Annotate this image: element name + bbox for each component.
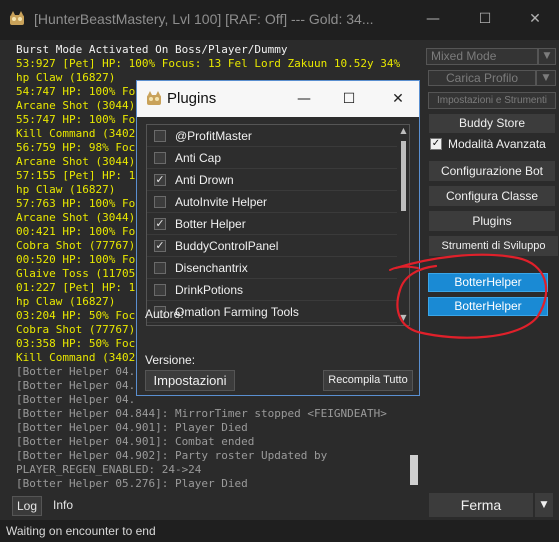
botterhelper-button-2[interactable]: BotterHelper [428, 297, 548, 316]
plugin-list-item[interactable]: ✓ Anti Drown [147, 169, 397, 191]
bot-config-button[interactable]: Configurazione Bot [428, 160, 556, 182]
plugins-dialog-titlebar: Plugins — ☐ ✕ [137, 81, 419, 117]
plugin-list-item[interactable]: DrinkPotions [147, 279, 397, 301]
author-label: Autore: [145, 307, 184, 321]
log-line: 53:927 [Pet] HP: 100% Focus: 13 Fel Lord… [16, 57, 401, 70]
mode-select-value: Mixed Mode [431, 49, 497, 63]
right-control-panel: Mixed Mode ▼ Carica Profilo ▼ Impostazio… [420, 40, 559, 490]
botterhelper-button-1[interactable]: BotterHelper [428, 273, 548, 292]
plugin-checkbox[interactable] [154, 130, 166, 142]
plugin-label: Botter Helper [175, 217, 246, 231]
plugin-label: Omation Farming Tools [175, 305, 299, 319]
mode-select[interactable]: Mixed Mode [426, 48, 538, 65]
stop-chevron-down-icon[interactable]: ▼ [534, 492, 554, 518]
plugin-label: Disenchantrix [175, 261, 248, 275]
plugins-dialog-title: Plugins [167, 90, 217, 107]
plugins-dialog: Plugins — ☐ ✕ Omation Farming Tools Drink… [136, 80, 420, 396]
window-title: [HunterBeastMastery, Lvl 100] [RAF: Off]… [34, 11, 374, 27]
dialog-maximize-button[interactable]: ☐ [334, 87, 364, 111]
plugin-checkbox[interactable]: ✓ [154, 174, 166, 186]
plugin-checkbox[interactable] [154, 196, 166, 208]
log-line: Burst Mode Activated On Boss/Player/Dumm… [16, 43, 288, 56]
honorbuddy-app-icon [10, 11, 24, 25]
plugin-label: Anti Cap [175, 151, 222, 165]
log-line: [Botter Helper 04.902]: Party roster Upd… [16, 449, 328, 462]
plugin-list-item[interactable]: ✓ BuddyControlPanel [147, 235, 397, 257]
dialog-minimize-button[interactable]: — [289, 87, 319, 111]
tab-info[interactable]: Info [46, 496, 80, 514]
dev-tools-button[interactable]: Strumenti di Sviluppo [428, 235, 559, 257]
plugin-checkbox[interactable] [154, 152, 166, 164]
log-line: [Botter Helper 04.901]: Player Died [16, 421, 248, 434]
plugin-checkbox[interactable] [154, 262, 166, 274]
load-profile-button[interactable]: Carica Profilo [428, 70, 536, 86]
log-line: PLAYER_REGEN_ENABLED: 24->24 [16, 463, 202, 476]
status-bar: Waiting on encounter to end [0, 520, 559, 542]
dialog-close-button[interactable]: ✕ [383, 87, 413, 111]
tab-log[interactable]: Log [12, 496, 42, 516]
plugin-settings-button[interactable]: Impostazioni [145, 370, 235, 391]
buddy-store-button[interactable]: Buddy Store [428, 113, 556, 134]
plugins-list-scrollbar[interactable]: ▲ ▼ [398, 125, 409, 325]
plugin-list-item[interactable]: ✓ Botter Helper [147, 213, 397, 235]
scroll-down-icon[interactable]: ▼ [399, 313, 408, 322]
plugin-list-item[interactable]: AutoInvite Helper [147, 191, 397, 213]
mode-select-chevron-down-icon[interactable]: ▼ [538, 48, 556, 65]
log-line: [Botter Helper 04.844]: MirrorTimer stop… [16, 407, 387, 420]
plugin-checkbox[interactable]: ✓ [154, 218, 166, 230]
log-scrollbar-thumb[interactable] [410, 455, 418, 485]
plugin-list-item[interactable]: @ProfitMaster [147, 125, 397, 147]
recompile-all-button[interactable]: Recompila Tutto [323, 370, 413, 391]
minimize-button[interactable]: — [413, 6, 453, 32]
maximize-button[interactable]: ☐ [465, 6, 505, 32]
plugin-checkbox[interactable]: ✓ [154, 240, 166, 252]
scroll-up-icon[interactable]: ▲ [399, 126, 408, 135]
plugins-button[interactable]: Plugins [428, 210, 556, 232]
status-text: Waiting on encounter to end [6, 524, 156, 538]
log-line: [Botter Helper 04.901]: Combat ended [16, 435, 255, 448]
close-button[interactable]: ✕ [515, 6, 555, 32]
class-config-button[interactable]: Configura Classe [428, 185, 556, 207]
plugins-list[interactable]: Omation Farming Tools DrinkPotions Disench… [146, 124, 410, 326]
plugin-list-item[interactable]: Disenchantrix [147, 257, 397, 279]
settings-tools-button[interactable]: Impostazioni e Strumenti [428, 92, 556, 109]
bottom-bar: Log Info Ferma ▼ [0, 490, 559, 520]
advanced-mode-checkbox[interactable]: ✓ [430, 138, 442, 150]
plugin-label: @ProfitMaster [175, 129, 252, 143]
plugin-checkbox[interactable] [154, 284, 166, 296]
window-titlebar: [HunterBeastMastery, Lvl 100] [RAF: Off]… [0, 0, 559, 40]
plugin-label: AutoInvite Helper [175, 195, 268, 209]
stop-button[interactable]: Ferma [428, 492, 534, 518]
advanced-mode-label: Modalità Avanzata [448, 137, 546, 151]
plugin-list-item[interactable]: Anti Cap [147, 147, 397, 169]
log-line: [Botter Helper 05.276]: Player Died [16, 477, 248, 490]
plugin-label: DrinkPotions [175, 283, 244, 297]
load-profile-chevron-down-icon[interactable]: ▼ [536, 70, 556, 86]
version-label: Versione: [145, 353, 196, 367]
plugin-list-item[interactable]: Omation Farming Tools [147, 301, 397, 323]
honorbuddy-app-icon [147, 91, 161, 105]
plugin-label: Anti Drown [175, 173, 234, 187]
plugins-list-scroll-thumb[interactable] [401, 141, 406, 211]
plugin-label: BuddyControlPanel [175, 239, 279, 253]
